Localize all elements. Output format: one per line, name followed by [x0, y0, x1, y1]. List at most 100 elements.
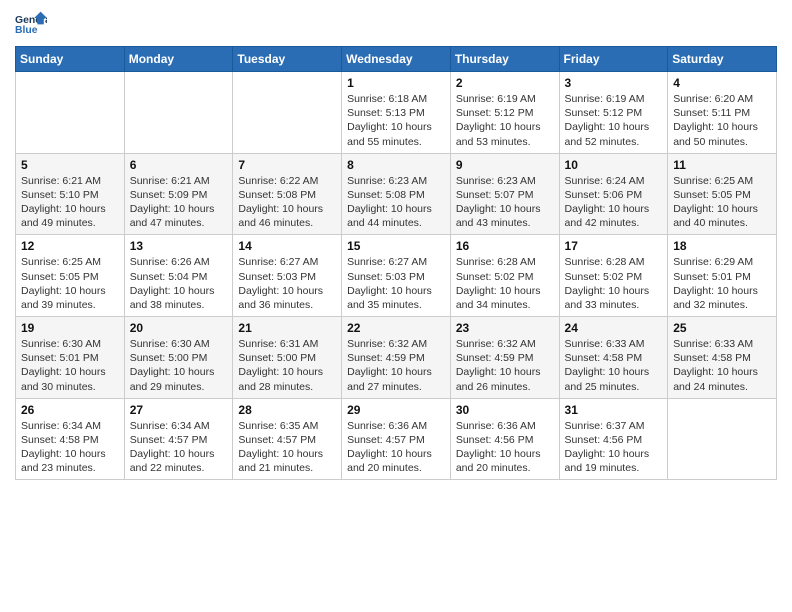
calendar-day-header: Saturday	[668, 47, 777, 72]
calendar-header-row: SundayMondayTuesdayWednesdayThursdayFrid…	[16, 47, 777, 72]
day-number: 14	[238, 239, 336, 253]
day-info: Sunrise: 6:36 AM Sunset: 4:57 PM Dayligh…	[347, 419, 445, 476]
day-number: 8	[347, 158, 445, 172]
calendar-cell: 27 Sunrise: 6:34 AM Sunset: 4:57 PM Dayli…	[124, 398, 233, 480]
svg-text:Blue: Blue	[15, 25, 38, 36]
calendar-cell: 11Sunrise: 6:25 AM Sunset: 5:05 PM Dayli…	[668, 153, 777, 235]
day-info: Sunrise: 6:27 AM Sunset: 5:03 PM Dayligh…	[238, 255, 336, 312]
day-info: Sunrise: 6:37 AM Sunset: 4:56 PM Dayligh…	[565, 419, 663, 476]
calendar-cell: 22 Sunrise: 6:32 AM Sunset: 4:59 PM Dayli…	[342, 317, 451, 399]
day-info: Sunrise: 6:25 AM Sunset: 5:05 PM Dayligh…	[21, 255, 119, 312]
calendar-cell: 30 Sunrise: 6:36 AM Sunset: 4:56 PM Dayli…	[450, 398, 559, 480]
day-number: 16	[456, 239, 554, 253]
calendar-cell: 21 Sunrise: 6:31 AM Sunset: 5:00 PM Dayli…	[233, 317, 342, 399]
day-number: 21	[238, 321, 336, 335]
calendar-cell: 26 Sunrise: 6:34 AM Sunset: 4:58 PM Dayli…	[16, 398, 125, 480]
day-info: Sunrise: 6:30 AM Sunset: 5:01 PM Dayligh…	[21, 337, 119, 394]
day-info: Sunrise: 6:23 AM Sunset: 5:08 PM Dayligh…	[347, 174, 445, 231]
calendar-week-row: 26 Sunrise: 6:34 AM Sunset: 4:58 PM Dayli…	[16, 398, 777, 480]
day-info: Sunrise: 6:34 AM Sunset: 4:58 PM Dayligh…	[21, 419, 119, 476]
day-number: 6	[130, 158, 228, 172]
day-number: 25	[673, 321, 771, 335]
logo-icon: General Blue	[15, 10, 47, 38]
calendar-cell: 25Sunrise: 6:33 AM Sunset: 4:58 PM Dayli…	[668, 317, 777, 399]
day-number: 7	[238, 158, 336, 172]
calendar-cell: 8 Sunrise: 6:23 AM Sunset: 5:08 PM Daylig…	[342, 153, 451, 235]
day-number: 5	[21, 158, 119, 172]
calendar-cell: 19 Sunrise: 6:30 AM Sunset: 5:01 PM Dayli…	[16, 317, 125, 399]
calendar-cell	[16, 72, 125, 154]
day-info: Sunrise: 6:28 AM Sunset: 5:02 PM Dayligh…	[456, 255, 554, 312]
day-number: 29	[347, 403, 445, 417]
day-number: 23	[456, 321, 554, 335]
calendar-cell: 6Sunrise: 6:21 AM Sunset: 5:09 PM Daylig…	[124, 153, 233, 235]
day-info: Sunrise: 6:31 AM Sunset: 5:00 PM Dayligh…	[238, 337, 336, 394]
day-number: 12	[21, 239, 119, 253]
day-info: Sunrise: 6:29 AM Sunset: 5:01 PM Dayligh…	[673, 255, 771, 312]
calendar-cell: 15 Sunrise: 6:27 AM Sunset: 5:03 PM Dayli…	[342, 235, 451, 317]
day-info: Sunrise: 6:21 AM Sunset: 5:10 PM Dayligh…	[21, 174, 119, 231]
calendar-cell	[233, 72, 342, 154]
day-info: Sunrise: 6:34 AM Sunset: 4:57 PM Dayligh…	[130, 419, 228, 476]
calendar-cell	[124, 72, 233, 154]
calendar-week-row: 1 Sunrise: 6:18 AM Sunset: 5:13 PM Daylig…	[16, 72, 777, 154]
calendar-cell	[668, 398, 777, 480]
calendar-cell: 10Sunrise: 6:24 AM Sunset: 5:06 PM Dayli…	[559, 153, 668, 235]
calendar-cell: 17Sunrise: 6:28 AM Sunset: 5:02 PM Dayli…	[559, 235, 668, 317]
day-info: Sunrise: 6:27 AM Sunset: 5:03 PM Dayligh…	[347, 255, 445, 312]
calendar-week-row: 19 Sunrise: 6:30 AM Sunset: 5:01 PM Dayli…	[16, 317, 777, 399]
calendar-cell: 24 Sunrise: 6:33 AM Sunset: 4:58 PM Dayli…	[559, 317, 668, 399]
calendar-cell: 16 Sunrise: 6:28 AM Sunset: 5:02 PM Dayli…	[450, 235, 559, 317]
calendar-day-header: Sunday	[16, 47, 125, 72]
calendar-day-header: Tuesday	[233, 47, 342, 72]
day-info: Sunrise: 6:25 AM Sunset: 5:05 PM Dayligh…	[673, 174, 771, 231]
logo: General Blue	[15, 10, 47, 38]
day-info: Sunrise: 6:30 AM Sunset: 5:00 PM Dayligh…	[130, 337, 228, 394]
calendar-table: SundayMondayTuesdayWednesdayThursdayFrid…	[15, 46, 777, 480]
day-number: 26	[21, 403, 119, 417]
calendar-cell: 5 Sunrise: 6:21 AM Sunset: 5:10 PM Daylig…	[16, 153, 125, 235]
calendar-day-header: Friday	[559, 47, 668, 72]
day-number: 27	[130, 403, 228, 417]
day-info: Sunrise: 6:18 AM Sunset: 5:13 PM Dayligh…	[347, 92, 445, 149]
day-info: Sunrise: 6:32 AM Sunset: 4:59 PM Dayligh…	[456, 337, 554, 394]
day-number: 2	[456, 76, 554, 90]
calendar-cell: 4Sunrise: 6:20 AM Sunset: 5:11 PM Daylig…	[668, 72, 777, 154]
calendar-day-header: Wednesday	[342, 47, 451, 72]
day-info: Sunrise: 6:26 AM Sunset: 5:04 PM Dayligh…	[130, 255, 228, 312]
calendar-body: 1 Sunrise: 6:18 AM Sunset: 5:13 PM Daylig…	[16, 72, 777, 480]
day-number: 24	[565, 321, 663, 335]
day-number: 1	[347, 76, 445, 90]
day-number: 3	[565, 76, 663, 90]
calendar-cell: 3Sunrise: 6:19 AM Sunset: 5:12 PM Daylig…	[559, 72, 668, 154]
calendar-cell: 2 Sunrise: 6:19 AM Sunset: 5:12 PM Daylig…	[450, 72, 559, 154]
calendar-cell: 14 Sunrise: 6:27 AM Sunset: 5:03 PM Dayli…	[233, 235, 342, 317]
day-number: 10	[565, 158, 663, 172]
day-number: 19	[21, 321, 119, 335]
day-number: 28	[238, 403, 336, 417]
calendar-cell: 9 Sunrise: 6:23 AM Sunset: 5:07 PM Daylig…	[450, 153, 559, 235]
calendar-cell: 7 Sunrise: 6:22 AM Sunset: 5:08 PM Daylig…	[233, 153, 342, 235]
calendar-cell: 13Sunrise: 6:26 AM Sunset: 5:04 PM Dayli…	[124, 235, 233, 317]
day-info: Sunrise: 6:23 AM Sunset: 5:07 PM Dayligh…	[456, 174, 554, 231]
day-number: 31	[565, 403, 663, 417]
calendar-cell: 28 Sunrise: 6:35 AM Sunset: 4:57 PM Dayli…	[233, 398, 342, 480]
day-info: Sunrise: 6:36 AM Sunset: 4:56 PM Dayligh…	[456, 419, 554, 476]
day-info: Sunrise: 6:33 AM Sunset: 4:58 PM Dayligh…	[565, 337, 663, 394]
calendar-cell: 1 Sunrise: 6:18 AM Sunset: 5:13 PM Daylig…	[342, 72, 451, 154]
calendar-cell: 23 Sunrise: 6:32 AM Sunset: 4:59 PM Dayli…	[450, 317, 559, 399]
day-number: 22	[347, 321, 445, 335]
day-number: 4	[673, 76, 771, 90]
calendar-cell: 29 Sunrise: 6:36 AM Sunset: 4:57 PM Dayli…	[342, 398, 451, 480]
day-info: Sunrise: 6:35 AM Sunset: 4:57 PM Dayligh…	[238, 419, 336, 476]
calendar-week-row: 5 Sunrise: 6:21 AM Sunset: 5:10 PM Daylig…	[16, 153, 777, 235]
day-info: Sunrise: 6:32 AM Sunset: 4:59 PM Dayligh…	[347, 337, 445, 394]
day-number: 15	[347, 239, 445, 253]
day-info: Sunrise: 6:22 AM Sunset: 5:08 PM Dayligh…	[238, 174, 336, 231]
calendar-cell: 12 Sunrise: 6:25 AM Sunset: 5:05 PM Dayli…	[16, 235, 125, 317]
day-number: 9	[456, 158, 554, 172]
calendar-day-header: Monday	[124, 47, 233, 72]
calendar-day-header: Thursday	[450, 47, 559, 72]
day-info: Sunrise: 6:19 AM Sunset: 5:12 PM Dayligh…	[456, 92, 554, 149]
day-number: 30	[456, 403, 554, 417]
